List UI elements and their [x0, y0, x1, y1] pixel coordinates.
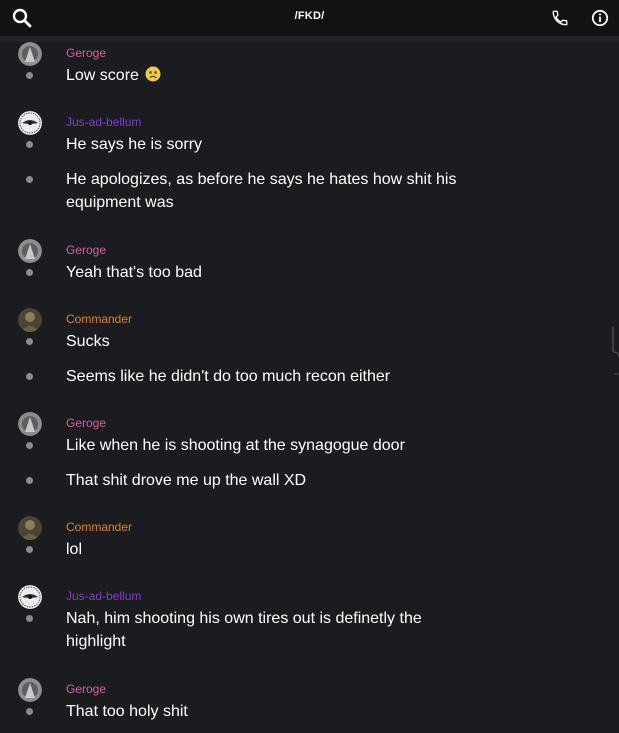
- message-text: Like when he is shooting at the synagogu…: [66, 437, 405, 454]
- message-author[interactable]: Geroge: [66, 46, 106, 60]
- message-text: Nah, him shooting his own tires out is d…: [66, 610, 422, 650]
- message-author[interactable]: Jus-ad-bellum: [66, 115, 141, 129]
- avatar-geroge[interactable]: [18, 678, 42, 702]
- message-dot: [26, 176, 33, 183]
- message-text: Low score: [66, 64, 466, 87]
- avatar-geroge[interactable]: [18, 239, 42, 263]
- message-dot: [26, 442, 33, 449]
- message-author[interactable]: Commander: [66, 520, 132, 534]
- message-dot: [26, 373, 33, 380]
- message-text: Seems like he didn't do too much recon e…: [66, 368, 391, 385]
- sad-face-emoji-icon: [145, 66, 161, 82]
- message-dot: [26, 338, 33, 345]
- phone-icon: [552, 10, 568, 26]
- avatar-commander[interactable]: [18, 516, 42, 540]
- message-author[interactable]: Geroge: [66, 243, 106, 257]
- message-dot: [26, 615, 33, 622]
- message-author[interactable]: Commander: [66, 312, 132, 326]
- avatar-jus-ad-bellum[interactable]: [18, 585, 42, 609]
- message-text: That too holy shit: [66, 703, 188, 720]
- message-text: lol: [66, 541, 83, 558]
- message-dot: [26, 269, 33, 276]
- avatar-geroge[interactable]: [18, 42, 42, 66]
- message-text: He apologizes, as before he says he hate…: [66, 171, 457, 211]
- message-dot: [26, 477, 33, 484]
- message-text: He says he is sorry: [66, 136, 203, 153]
- message-dot: [26, 708, 33, 715]
- scroll-edge-icon[interactable]: [611, 327, 619, 377]
- message-dot: [26, 546, 33, 553]
- message-list[interactable]: Geroge Low score Jus-ad-bellum He says h…: [0, 36, 619, 733]
- divider: [0, 36, 619, 42]
- message-dot: [26, 72, 33, 79]
- avatar-jus-ad-bellum[interactable]: [18, 111, 42, 135]
- message-text: That shit drove me up the wall XD: [66, 472, 307, 489]
- avatar-commander[interactable]: [18, 308, 42, 332]
- info-icon: [591, 9, 609, 27]
- info-button[interactable]: [588, 6, 612, 30]
- message-dot: [26, 141, 33, 148]
- top-bar: /FKD/: [0, 0, 619, 36]
- chat-title: /FKD/: [294, 10, 325, 22]
- message-author[interactable]: Geroge: [66, 416, 106, 430]
- message-text: Yeah that's too bad: [66, 264, 202, 281]
- message-author[interactable]: Geroge: [66, 682, 106, 696]
- call-button[interactable]: [548, 6, 572, 30]
- avatar-geroge[interactable]: [18, 412, 42, 436]
- message-text: Sucks: [66, 333, 110, 350]
- message-author[interactable]: Jus-ad-bellum: [66, 589, 141, 603]
